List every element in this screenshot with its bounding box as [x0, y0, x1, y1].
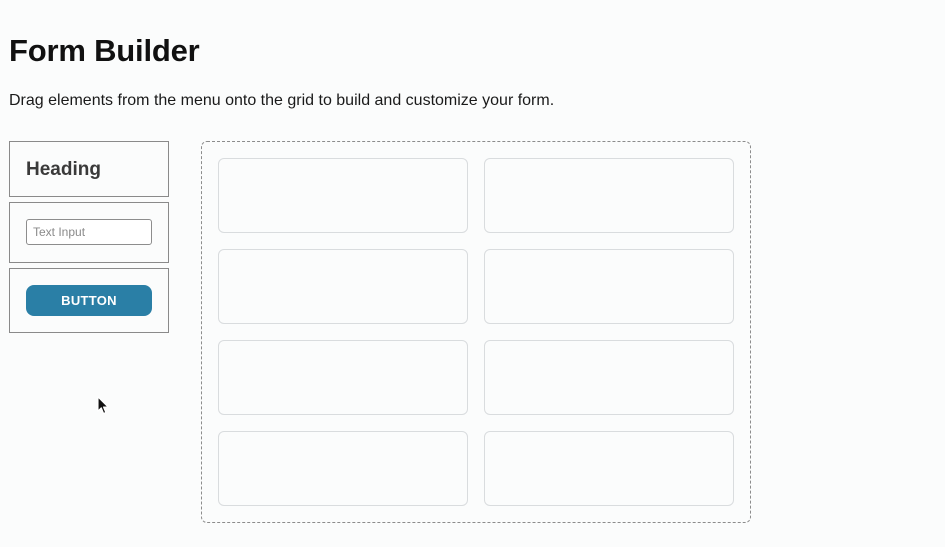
text-input-preview: Text Input	[26, 219, 152, 245]
grid-cell-r1-c1[interactable]	[218, 158, 468, 233]
page-description: Drag elements from the menu onto the gri…	[9, 92, 555, 109]
button-preview: BUTTON	[26, 285, 152, 316]
mouse-pointer-icon	[97, 396, 109, 414]
grid-cell-r2-c1[interactable]	[218, 249, 468, 324]
grid-cell-r3-c1[interactable]	[218, 340, 468, 415]
element-palette: Heading Text Input BUTTON	[9, 141, 169, 333]
page-title: Form Builder	[9, 33, 200, 68]
grid-cell-r2-c2[interactable]	[484, 249, 734, 324]
grid-cell-r4-c1[interactable]	[218, 431, 468, 506]
grid-cell-r1-c2[interactable]	[484, 158, 734, 233]
palette-item-text-input[interactable]: Text Input	[9, 202, 169, 263]
palette-item-button[interactable]: BUTTON	[9, 268, 169, 333]
grid-cell-r3-c2[interactable]	[484, 340, 734, 415]
form-grid-drop-zone[interactable]	[201, 141, 751, 523]
palette-heading-label: Heading	[26, 159, 101, 180]
grid-cell-r4-c2[interactable]	[484, 431, 734, 506]
palette-item-heading[interactable]: Heading	[9, 141, 169, 197]
